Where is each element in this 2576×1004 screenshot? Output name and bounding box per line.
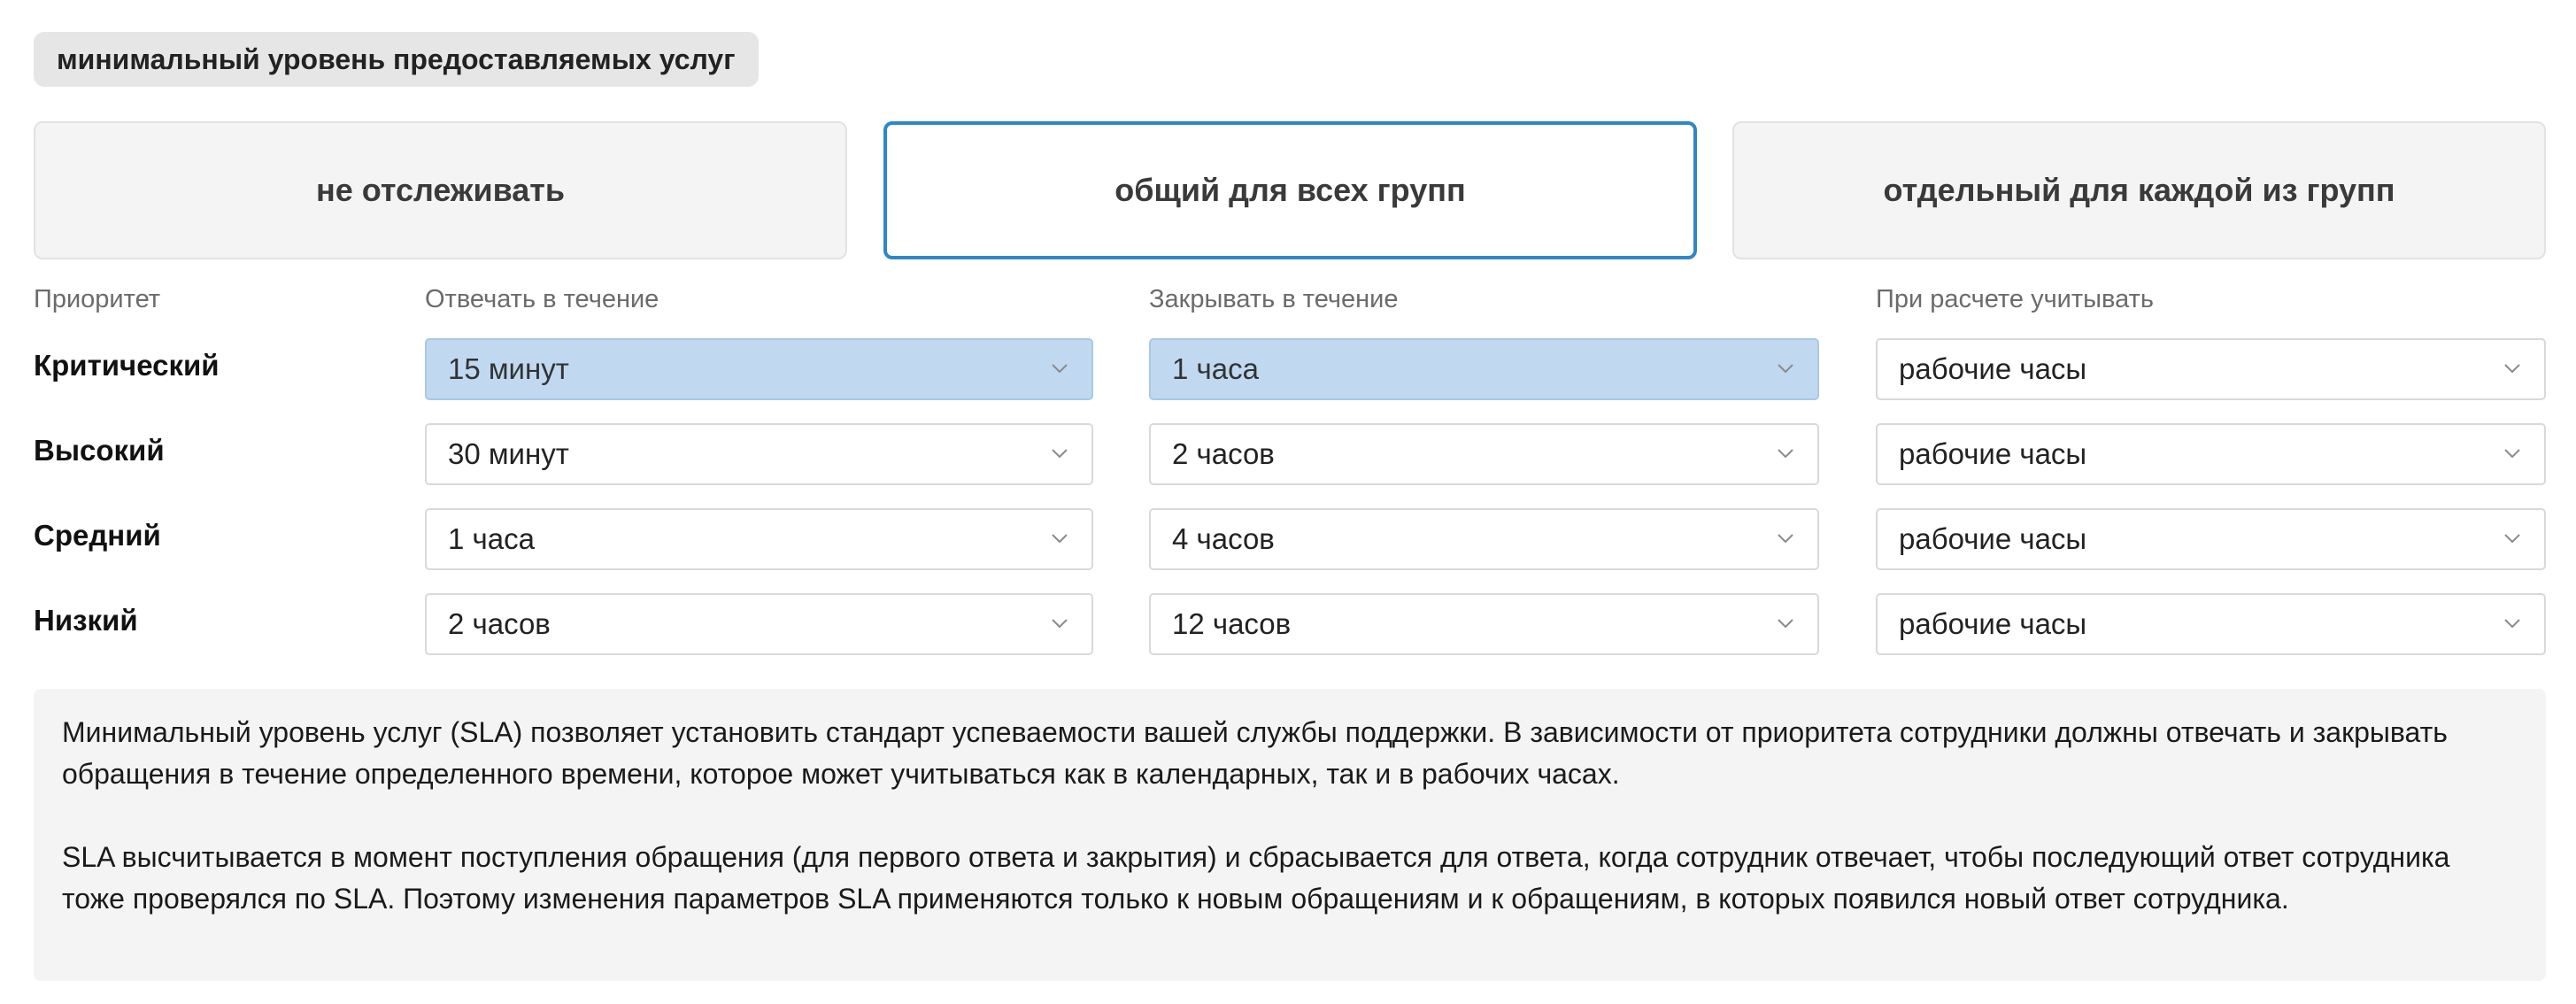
chevron-down-icon <box>2504 619 2520 629</box>
select-value: рабочие часы <box>1899 437 2087 470</box>
chevron-down-icon <box>1778 364 1793 374</box>
select-value: 4 часов <box>1172 522 1275 555</box>
select-value: рабочие часы <box>1899 352 2087 385</box>
chevron-down-icon <box>1052 619 1068 629</box>
priority-label-critical: Критический <box>34 349 220 382</box>
chevron-down-icon <box>1778 534 1793 544</box>
calc-select-critical[interactable]: рабочие часы <box>1876 338 2546 400</box>
chevron-down-icon <box>1052 364 1068 374</box>
select-value: 15 минут <box>448 352 569 385</box>
select-value: 2 часов <box>1172 437 1275 470</box>
mode-option-common[interactable]: общий для всех групп <box>883 121 1697 259</box>
chevron-down-icon <box>1778 619 1793 629</box>
calc-select-high[interactable]: рабочие часы <box>1876 423 2546 485</box>
close-select-medium[interactable]: 4 часов <box>1149 508 1819 570</box>
column-header-close: Закрывать в течение <box>1149 285 1399 313</box>
mode-option-label: общий для всех групп <box>1114 172 1466 208</box>
respond-select-critical[interactable]: 15 минут <box>425 338 1093 400</box>
priority-label-high: Высокий <box>34 434 165 467</box>
priority-label-low: Низкий <box>34 604 138 637</box>
chevron-down-icon <box>2504 449 2520 459</box>
chevron-down-icon <box>1778 449 1793 459</box>
close-select-low[interactable]: 12 часов <box>1149 593 1819 655</box>
select-value: 1 часа <box>1172 352 1259 385</box>
sla-info-panel: Минимальный уровень услуг (SLA) позволяе… <box>34 689 2546 981</box>
chevron-down-icon <box>1052 534 1068 544</box>
calc-select-low[interactable]: рабочие часы <box>1876 593 2546 655</box>
column-header-priority: Приоритет <box>34 285 161 313</box>
mode-option-not-track[interactable]: не отслеживать <box>34 121 847 259</box>
close-select-critical[interactable]: 1 часа <box>1149 338 1819 400</box>
mode-option-label: не отслеживать <box>315 172 566 208</box>
column-header-calc: При расчете учитывать <box>1876 285 2154 313</box>
sla-info-paragraph: SLA высчитывается в момент поступления о… <box>62 841 2450 915</box>
priority-label-medium: Средний <box>34 519 161 552</box>
calc-select-medium[interactable]: рабочие часы <box>1876 508 2546 570</box>
select-value: 12 часов <box>1172 607 1292 640</box>
respond-select-medium[interactable]: 1 часа <box>425 508 1093 570</box>
mode-option-per-group[interactable]: отдельный для каждой из групп <box>1732 121 2546 259</box>
select-value: рабочие часы <box>1899 522 2087 555</box>
select-value: рабочие часы <box>1899 607 2087 640</box>
sla-info-paragraph: Минимальный уровень услуг (SLA) позволяе… <box>62 716 2448 790</box>
mode-option-label: отдельный для каждой из групп <box>1883 172 2395 208</box>
chevron-down-icon <box>2504 534 2520 544</box>
chevron-down-icon <box>1052 449 1068 459</box>
close-select-high[interactable]: 2 часов <box>1149 423 1819 485</box>
chevron-down-icon <box>2504 364 2520 374</box>
respond-select-low[interactable]: 2 часов <box>425 593 1093 655</box>
select-value: 2 часов <box>448 607 551 640</box>
column-header-respond: Отвечать в течение <box>425 285 659 313</box>
select-value: 30 минут <box>448 437 569 470</box>
section-title: минимальный уровень предоставляемых услу… <box>34 32 759 87</box>
select-value: 1 часа <box>448 522 535 555</box>
respond-select-high[interactable]: 30 минут <box>425 423 1093 485</box>
